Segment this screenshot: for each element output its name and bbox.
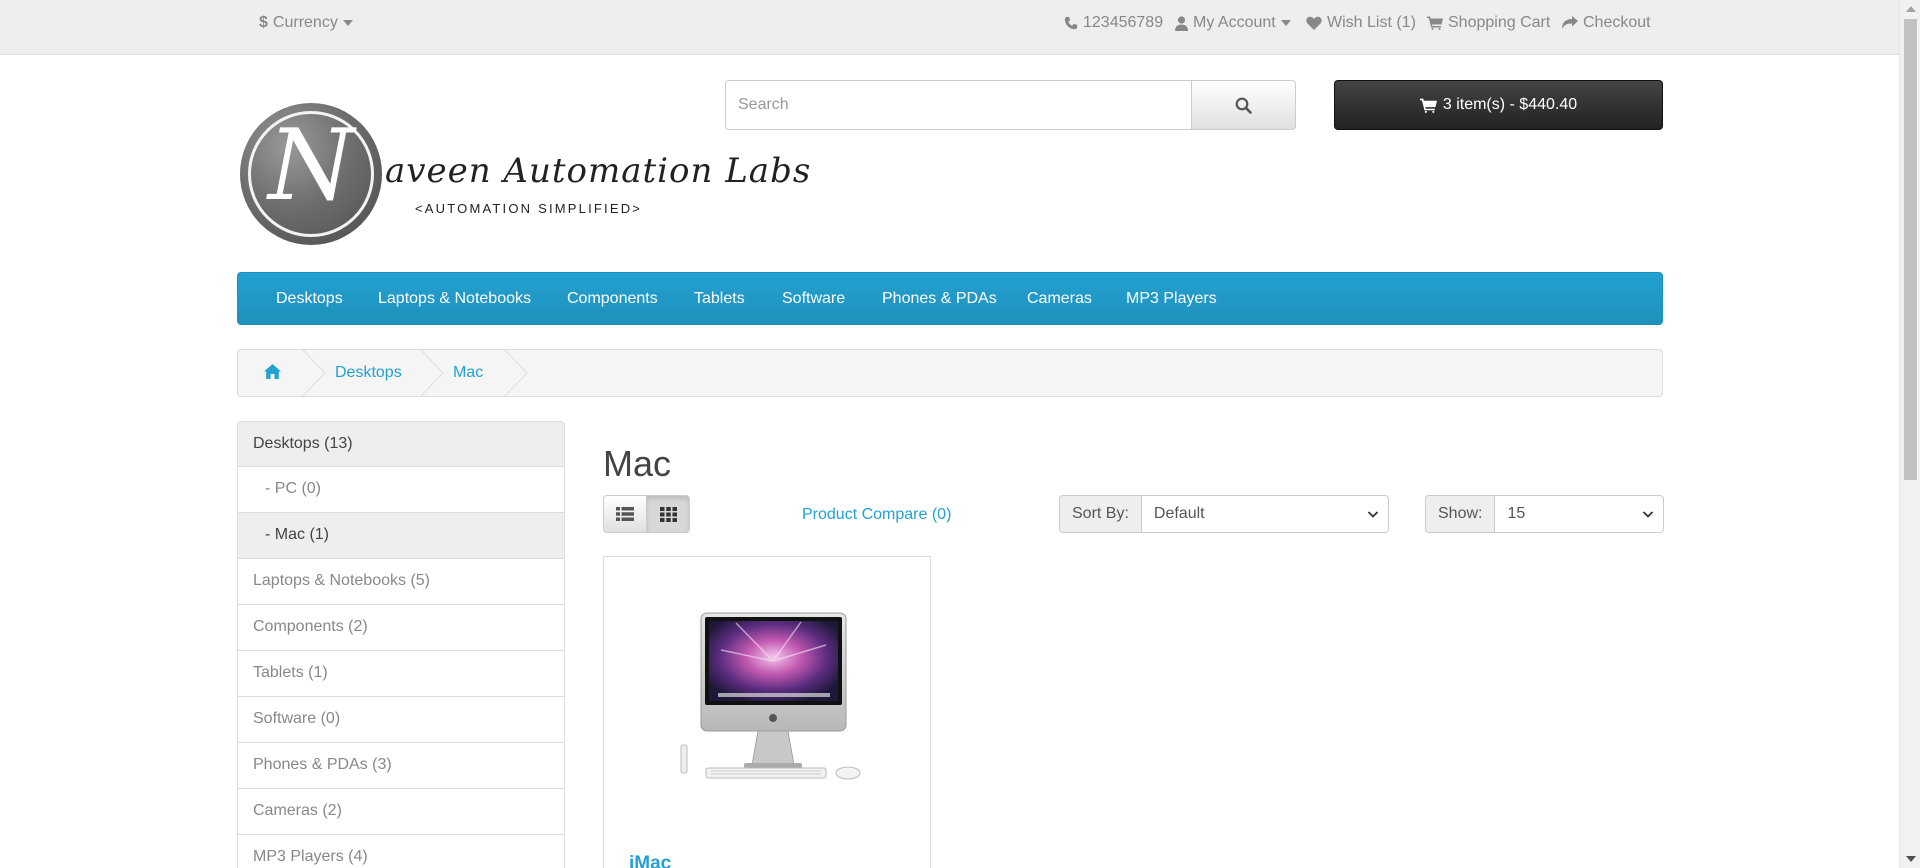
list-view-button[interactable] xyxy=(603,495,647,533)
breadcrumb-separator xyxy=(503,349,528,397)
menu-item-cameras[interactable]: Cameras xyxy=(1027,290,1092,308)
breadcrumb-separator xyxy=(419,349,444,397)
product-card: iMac xyxy=(603,556,931,868)
currency-label: Currency xyxy=(272,14,338,31)
sort-by-label: Sort By: xyxy=(1059,495,1141,533)
share-icon xyxy=(1562,16,1578,29)
phone-number: 123456789 xyxy=(1083,14,1164,31)
list-icon xyxy=(616,507,634,521)
phone-icon xyxy=(1064,16,1078,30)
chevron-down-icon xyxy=(1643,511,1654,518)
main-menu: Desktops Laptops & Notebooks Components … xyxy=(237,272,1663,325)
menu-item-laptops-notebooks[interactable]: Laptops & Notebooks xyxy=(378,290,531,308)
search-input[interactable] xyxy=(725,80,1192,130)
caret-down-icon xyxy=(342,20,353,26)
scrollbar-thumb[interactable] xyxy=(1904,19,1917,480)
user-icon xyxy=(1175,15,1188,31)
sort-by-group: Sort By: Default xyxy=(1059,495,1389,533)
scroll-up-arrow-icon[interactable] xyxy=(1906,6,1916,12)
wish-list-label: Wish List (1) xyxy=(1327,14,1416,31)
show-value: 15 xyxy=(1507,505,1526,522)
top-bar: $ Currency 123456789 My Account Wish Lis… xyxy=(0,0,1899,55)
scroll-down-arrow-icon[interactable] xyxy=(1906,856,1916,862)
currency-dropdown[interactable]: $ Currency xyxy=(259,14,353,32)
heart-icon xyxy=(1306,16,1322,30)
sidebar-item-desktops[interactable]: Desktops (13) xyxy=(237,421,565,467)
cart-total-label: 3 item(s) - $440.40 xyxy=(1442,96,1578,113)
site-logo[interactable]: N aveen Automation Labs <AUTOMATION SIMP… xyxy=(237,103,810,248)
sidebar-item-pc[interactable]: - PC (0) xyxy=(237,467,565,513)
breadcrumb-home[interactable] xyxy=(264,363,281,381)
category-sidebar: Desktops (13) - PC (0) - Mac (1) Laptops… xyxy=(237,421,565,868)
breadcrumb-item-desktops[interactable]: Desktops xyxy=(335,364,402,382)
product-compare-link[interactable]: Product Compare (0) xyxy=(802,506,951,524)
grid-view-button[interactable] xyxy=(646,495,690,533)
page-title: Mac xyxy=(603,443,672,484)
menu-item-phones-pdas[interactable]: Phones & PDAs xyxy=(882,290,997,308)
checkout-label: Checkout xyxy=(1583,14,1651,31)
menu-item-mp3-players[interactable]: MP3 Players xyxy=(1126,290,1217,308)
cart-icon xyxy=(1427,16,1443,30)
sidebar-item-laptops-notebooks[interactable]: Laptops & Notebooks (5) xyxy=(237,559,565,605)
menu-item-software[interactable]: Software xyxy=(782,290,845,308)
product-name-link[interactable]: iMac xyxy=(629,853,671,868)
sidebar-item-mp3-players[interactable]: MP3 Players (4) xyxy=(237,835,565,868)
imac-product-image[interactable] xyxy=(626,605,908,787)
menu-item-desktops[interactable]: Desktops xyxy=(276,290,343,308)
my-account-label: My Account xyxy=(1193,14,1276,31)
wish-list-link[interactable]: Wish List (1) xyxy=(1306,14,1416,32)
page-scrollbar[interactable] xyxy=(1899,0,1920,868)
grid-icon xyxy=(659,506,677,522)
shopping-cart-link[interactable]: Shopping Cart xyxy=(1427,14,1550,32)
cart-total-button[interactable]: 3 item(s) - $440.40 xyxy=(1334,80,1663,130)
logo-name: aveen Automation Labs xyxy=(385,151,812,191)
breadcrumb-separator xyxy=(301,349,326,397)
show-select[interactable]: 15 xyxy=(1494,495,1665,533)
sort-by-select[interactable]: Default xyxy=(1140,495,1389,533)
currency-symbol: $ xyxy=(259,14,268,31)
breadcrumb: Desktops Mac xyxy=(237,349,1663,397)
logo-tagline: <AUTOMATION SIMPLIFIED> xyxy=(415,201,643,216)
sidebar-item-phones-pdas[interactable]: Phones & PDAs (3) xyxy=(237,743,565,789)
caret-down-icon xyxy=(1280,20,1291,26)
sidebar-item-software[interactable]: Software (0) xyxy=(237,697,565,743)
shopping-cart-label: Shopping Cart xyxy=(1448,14,1551,31)
sidebar-item-tablets[interactable]: Tablets (1) xyxy=(237,651,565,697)
phone-link[interactable]: 123456789 xyxy=(1064,14,1163,32)
show-label: Show: xyxy=(1425,495,1495,533)
show-group: Show: 15 xyxy=(1425,495,1665,533)
logo-initial: N xyxy=(268,109,354,223)
home-icon xyxy=(264,364,281,380)
search-icon xyxy=(1235,97,1252,114)
menu-item-tablets[interactable]: Tablets xyxy=(694,290,745,308)
sidebar-item-cameras[interactable]: Cameras (2) xyxy=(237,789,565,835)
cart-icon xyxy=(1419,98,1437,113)
breadcrumb-item-mac[interactable]: Mac xyxy=(453,364,483,382)
sidebar-item-components[interactable]: Components (2) xyxy=(237,605,565,651)
view-toggle-group xyxy=(603,495,690,533)
sort-by-value: Default xyxy=(1153,505,1205,522)
chevron-down-icon xyxy=(1367,511,1379,518)
sidebar-item-mac[interactable]: - Mac (1) xyxy=(237,513,565,559)
menu-item-components[interactable]: Components xyxy=(567,290,658,308)
search-button[interactable] xyxy=(1191,80,1296,130)
my-account-dropdown[interactable]: My Account xyxy=(1175,14,1291,32)
checkout-link[interactable]: Checkout xyxy=(1562,14,1651,32)
